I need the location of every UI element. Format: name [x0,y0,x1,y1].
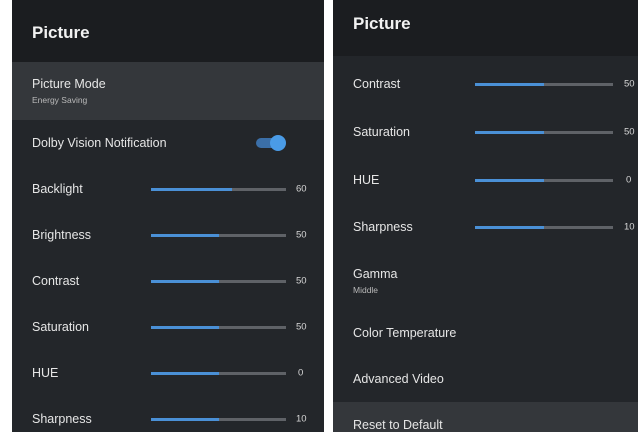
slider-value: 0 [298,367,304,379]
slider-track[interactable] [151,326,286,329]
slider-label: Sharpness [353,220,413,234]
slider-fill [151,234,219,237]
slider-track[interactable] [475,226,613,229]
slider-value: 60 [296,183,307,195]
slider-fill [151,280,219,283]
slider-row-hue[interactable]: HUE 0 [12,350,324,396]
menu-item-label: Picture Mode [32,77,106,91]
slider-row-contrast[interactable]: Contrast 50 [333,60,638,108]
slider-track[interactable] [475,179,613,182]
slider-fill [475,131,544,134]
slider-fill [151,418,219,421]
toggle-knob [270,135,286,151]
slider-value: 10 [624,221,635,233]
slider-row-saturation[interactable]: Saturation 50 [12,304,324,350]
picture-menu-right: Picture Contrast 50 Saturation 50 HUE 0 … [333,0,638,432]
slider-track[interactable] [475,83,613,86]
slider-row-brightness[interactable]: Brightness 50 [12,212,324,258]
panel-header: Picture [12,0,324,66]
slider-value: 50 [624,126,635,138]
slider-fill [151,326,219,329]
picture-menu-left: Picture Picture Mode Energy Saving Dolby… [12,0,324,432]
menu-item-reset-to-default[interactable]: Reset to Default [333,402,638,432]
slider-label: Backlight [32,182,83,196]
slider-track[interactable] [151,234,286,237]
menu-item-value: Middle [353,285,379,295]
slider-row-saturation[interactable]: Saturation 50 [333,108,638,156]
slider-row-sharpness[interactable]: Sharpness 10 [333,204,638,250]
page-title: Picture [32,23,90,42]
slider-value: 0 [626,174,632,186]
menu-item-color-temperature[interactable]: Color Temperature [333,310,638,356]
slider-value: 50 [296,321,307,333]
menu-item-value: Energy Saving [32,95,88,105]
slider-value: 50 [296,275,307,287]
menu-item-label: Dolby Vision Notification [32,136,167,150]
menu-item-label: Gamma [353,267,398,281]
slider-track[interactable] [151,418,286,421]
menu-item-gamma[interactable]: Gamma Middle [333,252,638,310]
slider-track[interactable] [151,188,286,191]
slider-fill [151,372,219,375]
slider-row-sharpness[interactable]: Sharpness 10 [12,396,324,432]
menu-item-dolby-vision-notification[interactable]: Dolby Vision Notification [12,120,324,166]
menu-item-picture-mode[interactable]: Picture Mode Energy Saving [12,62,324,120]
menu-item-label: Advanced Video [353,372,444,386]
menu-item-label: Color Temperature [353,326,457,340]
slider-value: 50 [624,78,635,90]
slider-track[interactable] [151,372,286,375]
slider-label: Contrast [32,274,80,288]
panel-header: Picture [333,0,638,56]
slider-fill [475,179,544,182]
slider-row-backlight[interactable]: Backlight 60 [12,166,324,212]
page-title: Picture [353,14,411,33]
slider-label: HUE [32,366,59,380]
slider-label: Saturation [353,125,410,139]
slider-row-hue[interactable]: HUE 0 [333,156,638,204]
menu-item-advanced-video[interactable]: Advanced Video [333,356,638,402]
slider-track[interactable] [151,280,286,283]
toggle-switch[interactable] [256,135,286,151]
slider-row-contrast[interactable]: Contrast 50 [12,258,324,304]
slider-label: Sharpness [32,412,92,426]
slider-fill [475,226,544,229]
slider-value: 50 [296,229,307,241]
slider-fill [151,188,232,191]
slider-label: Brightness [32,228,92,242]
slider-label: HUE [353,173,380,187]
slider-label: Saturation [32,320,89,334]
slider-label: Contrast [353,77,401,91]
slider-fill [475,83,544,86]
slider-track[interactable] [475,131,613,134]
menu-item-label: Reset to Default [353,418,443,432]
slider-value: 10 [296,413,307,425]
